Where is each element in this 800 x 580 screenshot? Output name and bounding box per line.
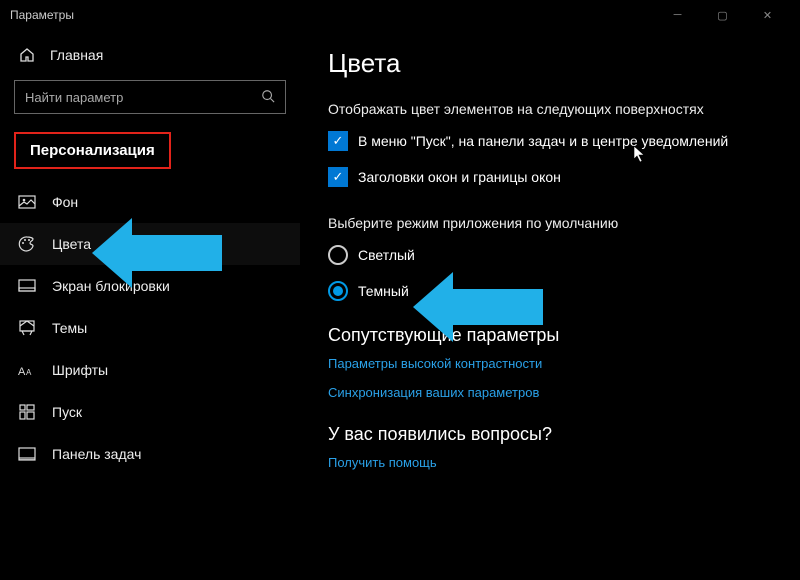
nav-item-themes[interactable]: Темы	[0, 307, 300, 349]
surfaces-label: Отображать цвет элементов на следующих п…	[328, 101, 772, 117]
nav-label: Цвета	[52, 236, 91, 252]
search-icon	[261, 89, 275, 106]
nav-label: Шрифты	[52, 362, 108, 378]
radio-label: Светлый	[358, 247, 415, 263]
search-placeholder: Найти параметр	[25, 90, 261, 105]
taskbar-icon	[18, 445, 36, 463]
link-get-help[interactable]: Получить помощь	[328, 455, 772, 470]
nav-item-fonts[interactable]: AA Шрифты	[0, 349, 300, 391]
home-label: Главная	[50, 47, 103, 63]
nav-label: Фон	[52, 194, 78, 210]
nav-item-lockscreen[interactable]: Экран блокировки	[0, 265, 300, 307]
appmode-label: Выберите режим приложения по умолчанию	[328, 215, 772, 231]
nav-item-start[interactable]: Пуск	[0, 391, 300, 433]
checkbox-icon: ✓	[328, 131, 348, 151]
home-icon	[18, 46, 36, 64]
link-high-contrast[interactable]: Параметры высокой контрастности	[328, 356, 772, 371]
minimize-button[interactable]: ─	[655, 0, 700, 30]
fonts-icon: AA	[18, 361, 36, 379]
nav-label: Панель задач	[52, 446, 141, 462]
window-controls: ─ ▢ ✕	[655, 0, 790, 30]
picture-icon	[18, 193, 36, 211]
nav-list: Фон Цвета Экран блокировки	[0, 181, 300, 475]
checkbox-start-taskbar[interactable]: ✓ В меню "Пуск", на панели задач и в цен…	[328, 131, 772, 151]
checkbox-label: В меню "Пуск", на панели задач и в центр…	[358, 133, 728, 149]
radio-light[interactable]: Светлый	[328, 245, 772, 265]
nav-item-background[interactable]: Фон	[0, 181, 300, 223]
themes-icon	[18, 319, 36, 337]
nav-label: Темы	[52, 320, 87, 336]
radio-label: Темный	[358, 283, 409, 299]
nav-label: Экран блокировки	[52, 278, 170, 294]
questions-heading: У вас появились вопросы?	[328, 424, 772, 445]
close-button[interactable]: ✕	[745, 0, 790, 30]
checkbox-titlebars[interactable]: ✓ Заголовки окон и границы окон	[328, 167, 772, 187]
maximize-button[interactable]: ▢	[700, 0, 745, 30]
start-icon	[18, 403, 36, 421]
category-title: Персонализация	[14, 132, 171, 169]
lockscreen-icon	[18, 277, 36, 295]
svg-text:A: A	[26, 368, 32, 377]
main-panel: Цвета Отображать цвет элементов на следу…	[300, 30, 800, 580]
palette-icon	[18, 235, 36, 253]
checkbox-label: Заголовки окон и границы окон	[358, 169, 561, 185]
svg-text:A: A	[18, 366, 26, 378]
window-title: Параметры	[10, 8, 655, 22]
nav-label: Пуск	[52, 404, 82, 420]
link-sync-settings[interactable]: Синхронизация ваших параметров	[328, 385, 772, 400]
related-heading: Сопутствующие параметры	[328, 325, 772, 346]
nav-item-taskbar[interactable]: Панель задач	[0, 433, 300, 475]
sidebar: Главная Найти параметр Персонализация	[0, 30, 300, 580]
radio-icon	[328, 281, 348, 301]
nav-item-colors[interactable]: Цвета	[0, 223, 300, 265]
home-button[interactable]: Главная	[0, 38, 300, 72]
radio-dark[interactable]: Темный	[328, 281, 772, 301]
checkbox-icon: ✓	[328, 167, 348, 187]
search-input[interactable]: Найти параметр	[14, 80, 286, 114]
page-title: Цвета	[328, 48, 772, 79]
radio-icon	[328, 245, 348, 265]
